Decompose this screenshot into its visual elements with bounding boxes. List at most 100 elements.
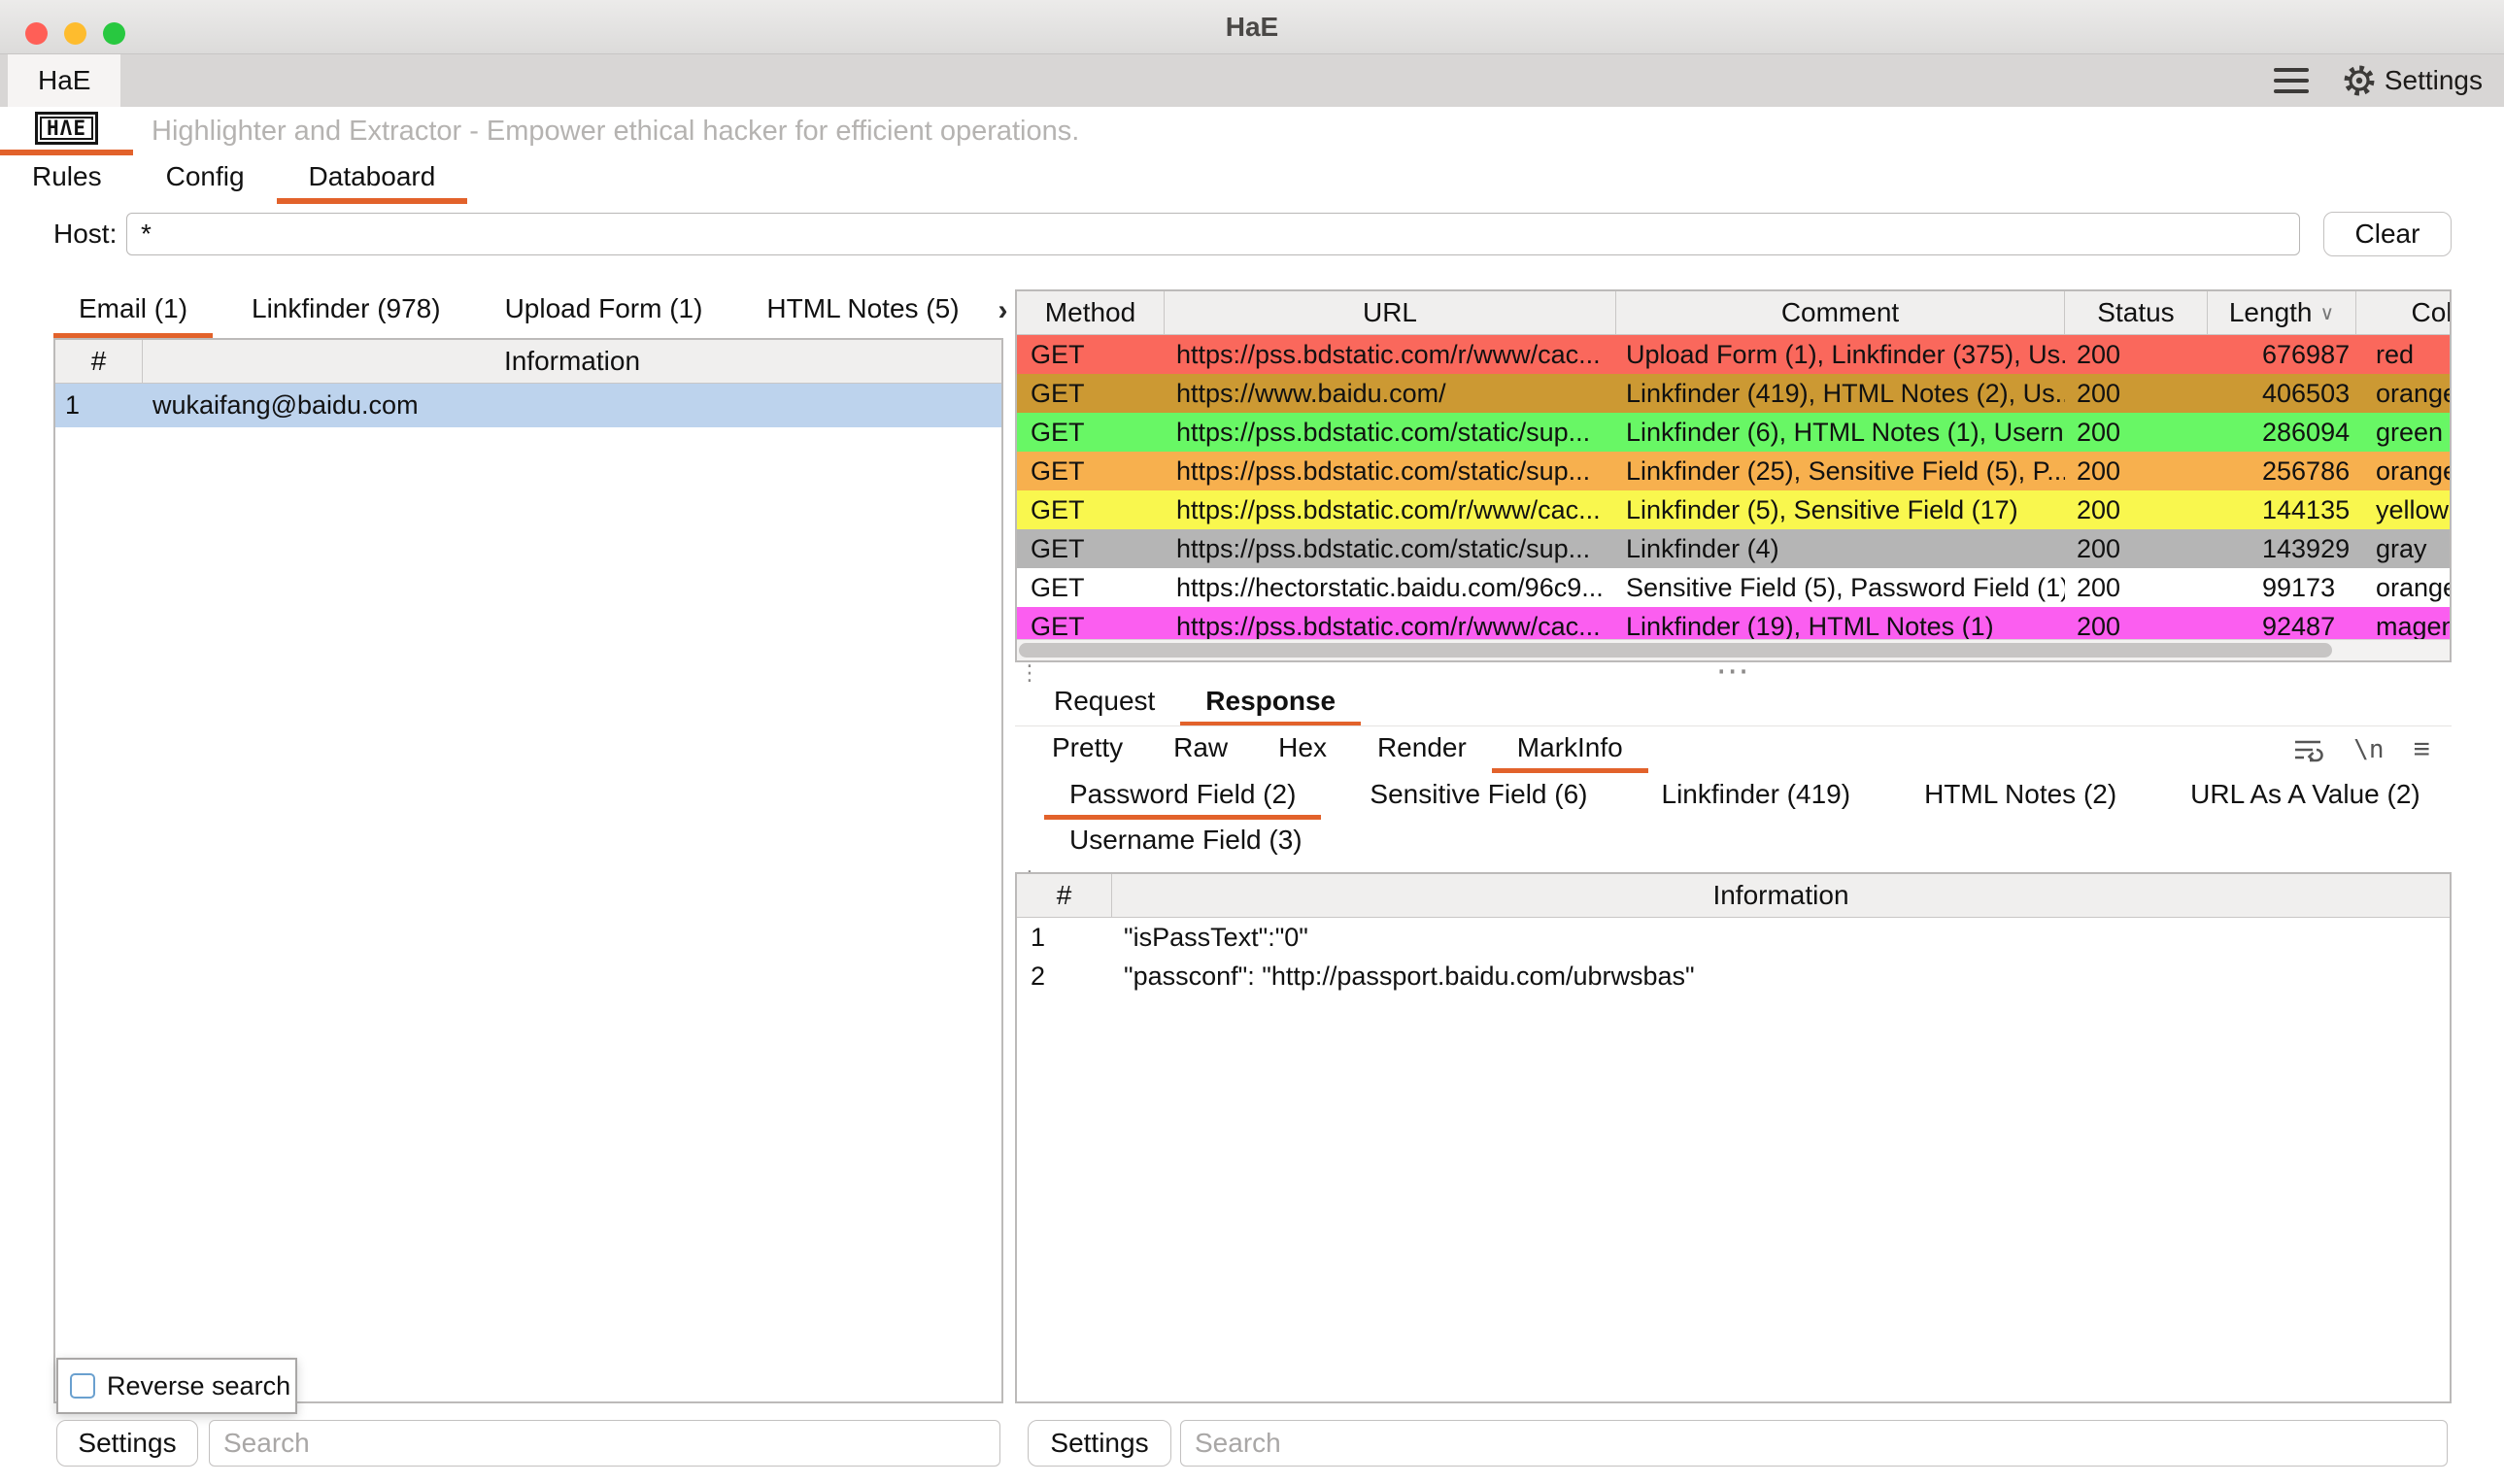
tab-sensitive-field[interactable]: Sensitive Field (6): [1344, 773, 1612, 820]
cell-length: 99173: [2208, 568, 2356, 607]
extract-type-tabs: Email (1) Linkfinder (978) Upload Form (…: [53, 284, 1003, 338]
burp-tabbar: HaE Settings: [0, 54, 2504, 107]
cell-status: 200: [2065, 335, 2208, 374]
tab-username-field[interactable]: Username Field (3): [1044, 820, 1328, 864]
table-row[interactable]: 2 "passconf": "http://passport.baidu.com…: [1017, 957, 2450, 995]
cell-comment: Upload Form (1), Linkfinder (375), Us...: [1616, 335, 2065, 374]
tab-upload-form[interactable]: Upload Form (1): [480, 284, 728, 338]
table-row[interactable]: GET https://pss.bdstatic.com/r/www/cac..…: [1017, 335, 2450, 374]
cell-length: 144135: [2208, 490, 2356, 529]
cell-url: https://pss.bdstatic.com/r/www/cac...: [1165, 490, 1616, 529]
tabs-scroll-right-icon[interactable]: ›: [998, 294, 1008, 327]
cell-color: orange: [2356, 568, 2452, 607]
host-bar: Host: Clear: [0, 204, 2504, 264]
word-wrap-icon[interactable]: [2291, 736, 2324, 763]
column-header-comment[interactable]: Comment: [1616, 291, 2065, 334]
cell-status: 200: [2065, 413, 2208, 452]
message-view-tabs: Pretty Raw Hex Render MarkInfo \n ≡: [1015, 726, 2452, 773]
layout-menu-icon[interactable]: [2270, 64, 2313, 97]
tab-hex[interactable]: Hex: [1253, 726, 1352, 773]
email-table-header: # Information: [55, 340, 1001, 384]
markinfo-table: # Information 1 "isPassText":"0" 2 "pass…: [1015, 872, 2452, 1403]
panel-splitter-handle[interactable]: ⋯: [1015, 662, 2452, 680]
column-header-num[interactable]: #: [55, 340, 143, 383]
cell-length: 286094: [2208, 413, 2356, 452]
tab-linkfinder[interactable]: Linkfinder (978): [226, 284, 466, 338]
tab-render[interactable]: Render: [1352, 726, 1492, 773]
scrollbar-thumb[interactable]: [1019, 643, 2332, 658]
cell-information: "isPassText":"0": [1112, 918, 2450, 957]
host-input[interactable]: [126, 213, 2300, 255]
table-row[interactable]: 1 "isPassText":"0": [1017, 918, 2450, 957]
burp-settings-button[interactable]: Settings: [2344, 65, 2483, 96]
close-button[interactable]: [25, 22, 48, 45]
tab-url-as-a-value[interactable]: URL As A Value (2): [2165, 773, 2446, 820]
table-row[interactable]: GET https://pss.bdstatic.com/static/sup.…: [1017, 413, 2450, 452]
view-options-icon[interactable]: ≡: [2413, 733, 2430, 766]
reverse-search-checkbox[interactable]: [70, 1373, 95, 1399]
column-header-method[interactable]: Method: [1017, 291, 1165, 334]
cell-method: GET: [1017, 529, 1165, 568]
main-nav-tabs: Rules Config Databoard: [0, 155, 467, 204]
cell-length: 676987: [2208, 335, 2356, 374]
cell-status: 200: [2065, 529, 2208, 568]
tab-linkfinder-mark[interactable]: Linkfinder (419): [1637, 773, 1877, 820]
tab-html-notes[interactable]: HTML Notes (5): [741, 284, 984, 338]
traffic-lights: [25, 22, 125, 45]
column-header-url[interactable]: URL: [1165, 291, 1616, 334]
column-header-length[interactable]: Length ∨: [2208, 291, 2356, 334]
table-row[interactable]: GET https://hectorstatic.baidu.com/96c9.…: [1017, 568, 2450, 607]
left-bottom-bar: Settings: [53, 1420, 1003, 1468]
clear-button[interactable]: Clear: [2323, 212, 2452, 256]
cell-method: GET: [1017, 335, 1165, 374]
tab-request[interactable]: Request: [1029, 680, 1180, 726]
tab-email[interactable]: Email (1): [53, 284, 213, 338]
cell-method: GET: [1017, 452, 1165, 490]
tab-rules[interactable]: Rules: [0, 155, 134, 204]
column-header-status[interactable]: Status: [2065, 291, 2208, 334]
right-search-input[interactable]: [1180, 1420, 2448, 1467]
column-header-information[interactable]: Information: [1112, 874, 2450, 917]
column-header-num[interactable]: #: [1017, 874, 1112, 917]
cell-method: GET: [1017, 568, 1165, 607]
cell-url: https://pss.bdstatic.com/static/sup...: [1165, 413, 1616, 452]
tab-databoard[interactable]: Databoard: [277, 155, 468, 204]
cell-method: GET: [1017, 413, 1165, 452]
tab-hae-label: HaE: [38, 65, 90, 96]
cell-length: 256786: [2208, 452, 2356, 490]
hae-logo-tab: HΛE: [0, 107, 133, 155]
left-search-input[interactable]: [209, 1420, 1000, 1467]
right-settings-button[interactable]: Settings: [1028, 1420, 1171, 1467]
tab-response[interactable]: Response: [1180, 680, 1361, 726]
tab-html-notes-mark[interactable]: HTML Notes (2): [1899, 773, 2142, 820]
request-table-header: Method URL Comment Status Length ∨ Color: [1017, 291, 2450, 335]
column-header-length-label: Length: [2229, 297, 2313, 328]
cell-information: "passconf": "http://passport.baidu.com/u…: [1112, 957, 2450, 995]
extracted-data-panel: Email (1) Linkfinder (978) Upload Form (…: [53, 284, 1003, 1474]
tab-pretty[interactable]: Pretty: [1027, 726, 1148, 773]
zoom-button[interactable]: [103, 22, 125, 45]
left-settings-button[interactable]: Settings: [56, 1420, 198, 1467]
cell-comment: Linkfinder (4): [1616, 529, 2065, 568]
table-row[interactable]: GET https://pss.bdstatic.com/static/sup.…: [1017, 529, 2450, 568]
cell-comment: Linkfinder (6), HTML Notes (1), Usern...: [1616, 413, 2065, 452]
column-header-color[interactable]: Color: [2356, 291, 2452, 334]
table-row[interactable]: GET https://www.baidu.com/ Linkfinder (4…: [1017, 374, 2450, 413]
cell-url: https://www.baidu.com/: [1165, 374, 1616, 413]
table-row[interactable]: GET https://pss.bdstatic.com/r/www/cac..…: [1017, 490, 2450, 529]
tab-hae[interactable]: HaE: [8, 54, 120, 107]
cell-status: 200: [2065, 490, 2208, 529]
tab-markinfo[interactable]: MarkInfo: [1492, 726, 1648, 773]
tab-password-field[interactable]: Password Field (2): [1044, 773, 1321, 820]
table-row[interactable]: 1 wukaifang@baidu.com: [55, 384, 1001, 427]
tab-config[interactable]: Config: [134, 155, 277, 204]
minimize-button[interactable]: [64, 22, 86, 45]
tab-raw[interactable]: Raw: [1148, 726, 1253, 773]
column-header-information[interactable]: Information: [143, 340, 1001, 383]
email-table: # Information 1 wukaifang@baidu.com: [53, 338, 1003, 1403]
markinfo-tabs-row2: Username Field (3): [1015, 820, 2452, 864]
show-newlines-icon[interactable]: \n: [2353, 735, 2384, 764]
request-history-table: Method URL Comment Status Length ∨ Color…: [1015, 289, 2452, 662]
host-label: Host:: [53, 204, 117, 264]
table-row[interactable]: GET https://pss.bdstatic.com/static/sup.…: [1017, 452, 2450, 490]
